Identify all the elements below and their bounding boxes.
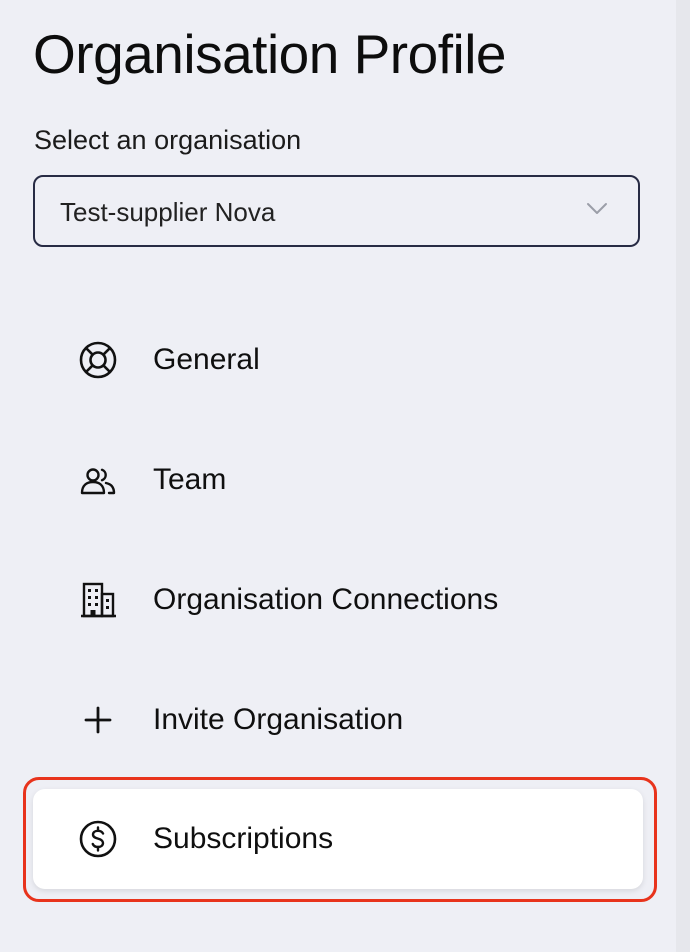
scroll-edge [676,0,690,952]
nav-item-label: Team [153,463,227,496]
page-title: Organisation Profile [33,23,507,85]
users-icon [78,460,118,500]
organisation-profile-page: Organisation Profile Select an organisat… [0,0,690,952]
nav-item-invite-organisation[interactable]: Invite Organisation [33,670,643,770]
building-icon [78,580,118,620]
nav-item-team[interactable]: Team [33,430,643,530]
organisation-select[interactable]: Test-supplier Nova [33,175,640,247]
chevron-down-icon [587,203,607,214]
nav-item-subscriptions[interactable]: Subscriptions [33,789,643,889]
nav-item-label: Invite Organisation [153,703,404,736]
lifebuoy-icon [78,340,118,380]
plus-icon [78,700,118,740]
nav-item-label: Subscriptions [153,822,334,855]
organisation-select-label: Select an organisation [34,125,302,155]
nav-item-label: General [153,343,260,376]
nav-item-organisation-connections[interactable]: Organisation Connections [33,550,643,650]
organisation-select-value: Test-supplier Nova [60,197,276,227]
dollar-circle-icon [78,819,118,859]
nav-item-general[interactable]: General [33,310,643,410]
nav-item-label: Organisation Connections [153,583,499,616]
